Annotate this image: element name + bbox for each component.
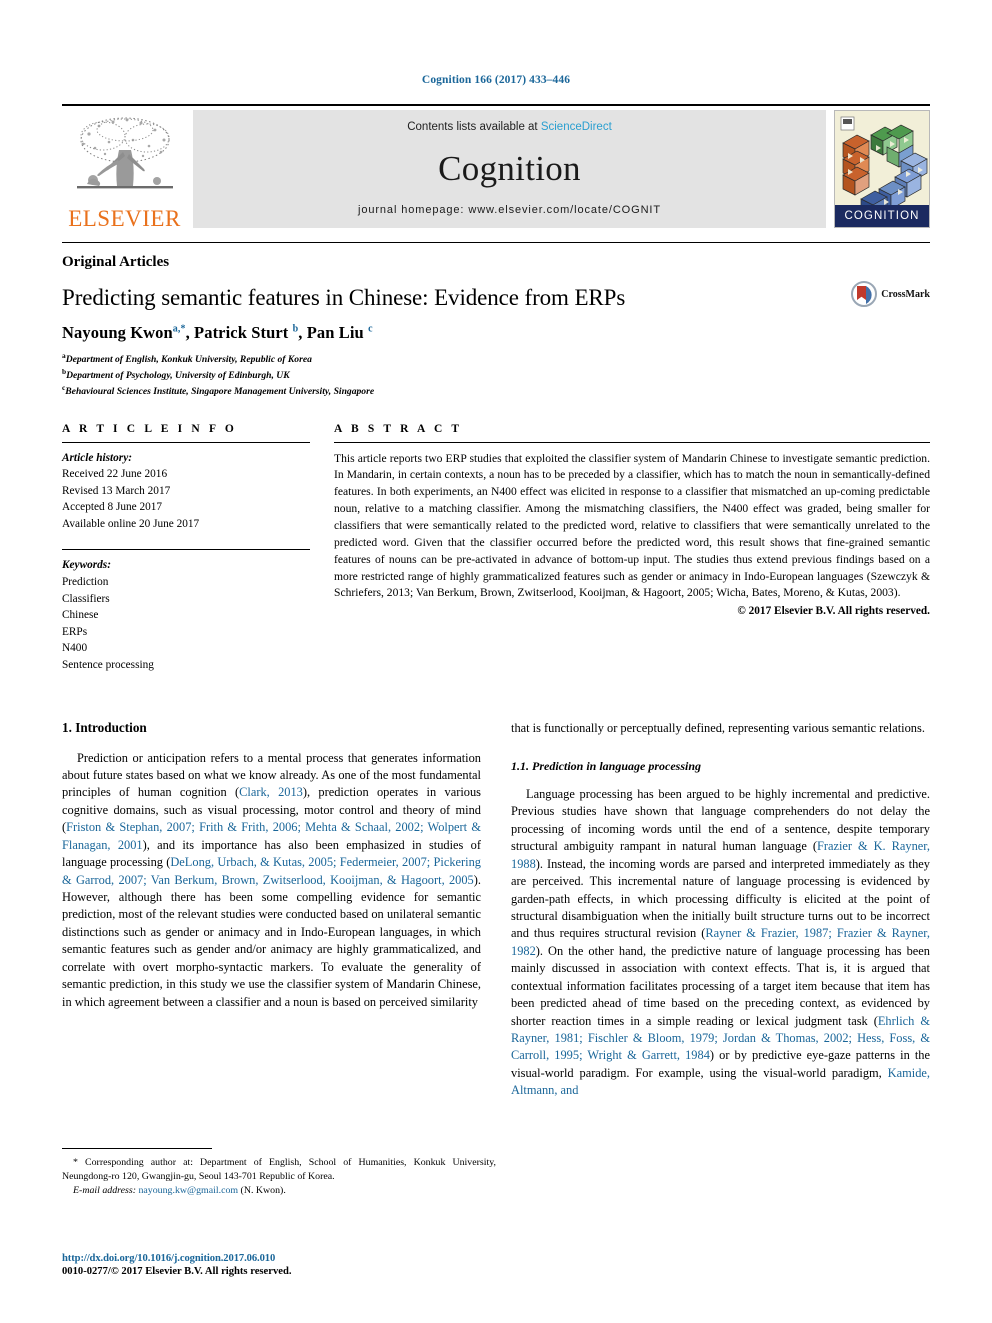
section-heading-introduction: 1. Introduction xyxy=(62,719,147,735)
journal-masthead: ELSEVIER Contents lists available at Sci… xyxy=(62,104,930,232)
keyword-item: ERPs xyxy=(62,625,88,638)
running-head: Cognition 166 (2017) 433–446 xyxy=(421,74,571,86)
page-title: Predicting semantic features in Chinese:… xyxy=(62,285,626,310)
footnote-corresponding-author: * Corresponding author at: Department of… xyxy=(62,1156,496,1184)
paragraph-1-1-1: Language processing has been argued to b… xyxy=(511,786,930,1100)
issn-copyright-line: 0010-0277/© 2017 Elsevier B.V. All right… xyxy=(62,1266,292,1277)
article-history-block: Article history: Received 22 June 2016 R… xyxy=(62,450,310,533)
affiliation-item: bDepartment of Psychology, University of… xyxy=(62,367,930,383)
footnote-zone: * Corresponding author at: Department of… xyxy=(62,1148,496,1198)
citation-link[interactable]: Clark, 2013 xyxy=(239,785,303,799)
journal-cover-thumbnail: COGNITION xyxy=(834,110,930,228)
masthead-center-panel: Contents lists available at ScienceDirec… xyxy=(193,110,826,228)
journal-article-page: Cognition 166 (2017) 433–446 ELSEVIER Co… xyxy=(0,0,992,1323)
keywords-block: Keywords: Prediction Classifiers Chinese… xyxy=(62,557,310,673)
keyword-item: Prediction xyxy=(62,576,109,589)
author-list: Nayoung Kwona,*, Patrick Sturt b, Pan Li… xyxy=(62,323,373,343)
masthead-bottom-rule xyxy=(62,242,930,243)
abstract-copyright: © 2017 Elsevier B.V. All rights reserved… xyxy=(737,605,930,618)
history-item: Revised 13 March 2017 xyxy=(62,484,171,497)
body-columns: 1. Introduction Prediction or anticipati… xyxy=(62,720,930,1100)
abstract-heading: A B S T R A C T xyxy=(334,422,463,435)
email-link[interactable]: nayoung.kw@gmail.com xyxy=(138,1185,238,1196)
abstract-text: This article reports two ERP studies tha… xyxy=(334,451,930,600)
journal-homepage-line[interactable]: journal homepage: www.elsevier.com/locat… xyxy=(358,204,661,216)
crossmark-label: CrossMark xyxy=(881,288,930,300)
affiliation-text: Department of Psychology, University of … xyxy=(66,370,290,382)
subsection-heading-1-1: 1.1. Prediction in language processing xyxy=(511,759,702,774)
doi-link[interactable]: http://dx.doi.org/10.1016/j.cognition.20… xyxy=(62,1253,496,1264)
keyword-item: Sentence processing xyxy=(62,659,154,672)
abstract-column: A B S T R A C T This article reports two… xyxy=(334,423,930,674)
affiliation-item: cBehavioural Sciences Institute, Singapo… xyxy=(62,383,930,399)
body-column-right: that is functionally or perceptually def… xyxy=(511,720,930,1100)
footnote-mark: * xyxy=(73,1157,78,1168)
info-abstract-region: A R T I C L E I N F O Article history: R… xyxy=(62,423,930,674)
contents-prefix: Contents lists available at xyxy=(407,121,541,133)
email-label: E-mail address: xyxy=(73,1184,136,1196)
author-affil-mark[interactable]: b xyxy=(293,324,299,335)
contents-lists-line: Contents lists available at ScienceDirec… xyxy=(407,121,612,133)
keyword-item: N400 xyxy=(62,642,88,655)
keyword-item: Chinese xyxy=(62,609,99,622)
elsevier-wordmark: ELSEVIER xyxy=(68,206,181,231)
abstract-rule xyxy=(334,441,930,443)
footnote-text: Corresponding author at: Department of E… xyxy=(62,1157,497,1182)
affiliation-item: aDepartment of English, Konkuk Universit… xyxy=(62,351,930,367)
author-affil-mark[interactable]: a,* xyxy=(173,324,186,335)
crossmark-icon xyxy=(851,281,878,307)
text-run: ). On the other hand, the predictive nat… xyxy=(511,943,930,1028)
article-info-heading: A R T I C L E I N F O xyxy=(62,422,237,435)
footnote-email: E-mail address: nayoung.kw@gmail.com (N.… xyxy=(62,1184,496,1198)
crossmark-badge[interactable]: CrossMark xyxy=(851,281,930,307)
doi-block: http://dx.doi.org/10.1016/j.cognition.20… xyxy=(62,1253,496,1277)
sciencedirect-link[interactable]: ScienceDirect xyxy=(541,121,612,133)
history-item: Accepted 8 June 2017 xyxy=(62,501,163,514)
paragraph-right-continuation: that is functionally or perceptually def… xyxy=(511,720,925,735)
keywords-label: Keywords: xyxy=(62,559,111,572)
elsevier-tree-icon xyxy=(69,114,181,206)
history-item: Received 22 June 2016 xyxy=(62,468,168,481)
body-column-left: 1. Introduction Prediction or anticipati… xyxy=(62,720,481,1100)
text-run: ). However, although there has been some… xyxy=(62,872,481,1009)
keywords-rule xyxy=(62,549,310,551)
elsevier-logo: ELSEVIER xyxy=(62,106,187,232)
article-info-column: A R T I C L E I N F O Article history: R… xyxy=(62,423,310,674)
affiliation-list: aDepartment of English, Konkuk Universit… xyxy=(62,351,930,398)
article-info-rule xyxy=(62,441,310,443)
affiliation-text: Department of English, Konkuk University… xyxy=(65,354,312,366)
email-suffix: (N. Kwon). xyxy=(240,1184,286,1196)
article-type-label: Original Articles xyxy=(62,254,170,270)
affiliation-text: Behavioural Sciences Institute, Singapor… xyxy=(65,385,375,397)
title-row: Predicting semantic features in Chinese:… xyxy=(62,271,930,311)
cover-journal-name: COGNITION xyxy=(835,205,929,227)
paragraph-intro-1: Prediction or anticipation refers to a m… xyxy=(62,750,481,1011)
author-affil-mark[interactable]: c xyxy=(368,324,373,335)
article-history-label: Article history: xyxy=(62,451,132,464)
keyword-item: Classifiers xyxy=(62,592,110,605)
author-name: Pan Liu xyxy=(306,323,364,343)
footnote-rule xyxy=(62,1148,212,1149)
author-name: Nayoung Kwon xyxy=(62,323,173,343)
journal-title: Cognition xyxy=(438,149,581,188)
history-item: Available online 20 June 2017 xyxy=(62,517,200,530)
author-name: Patrick Sturt xyxy=(194,323,289,343)
